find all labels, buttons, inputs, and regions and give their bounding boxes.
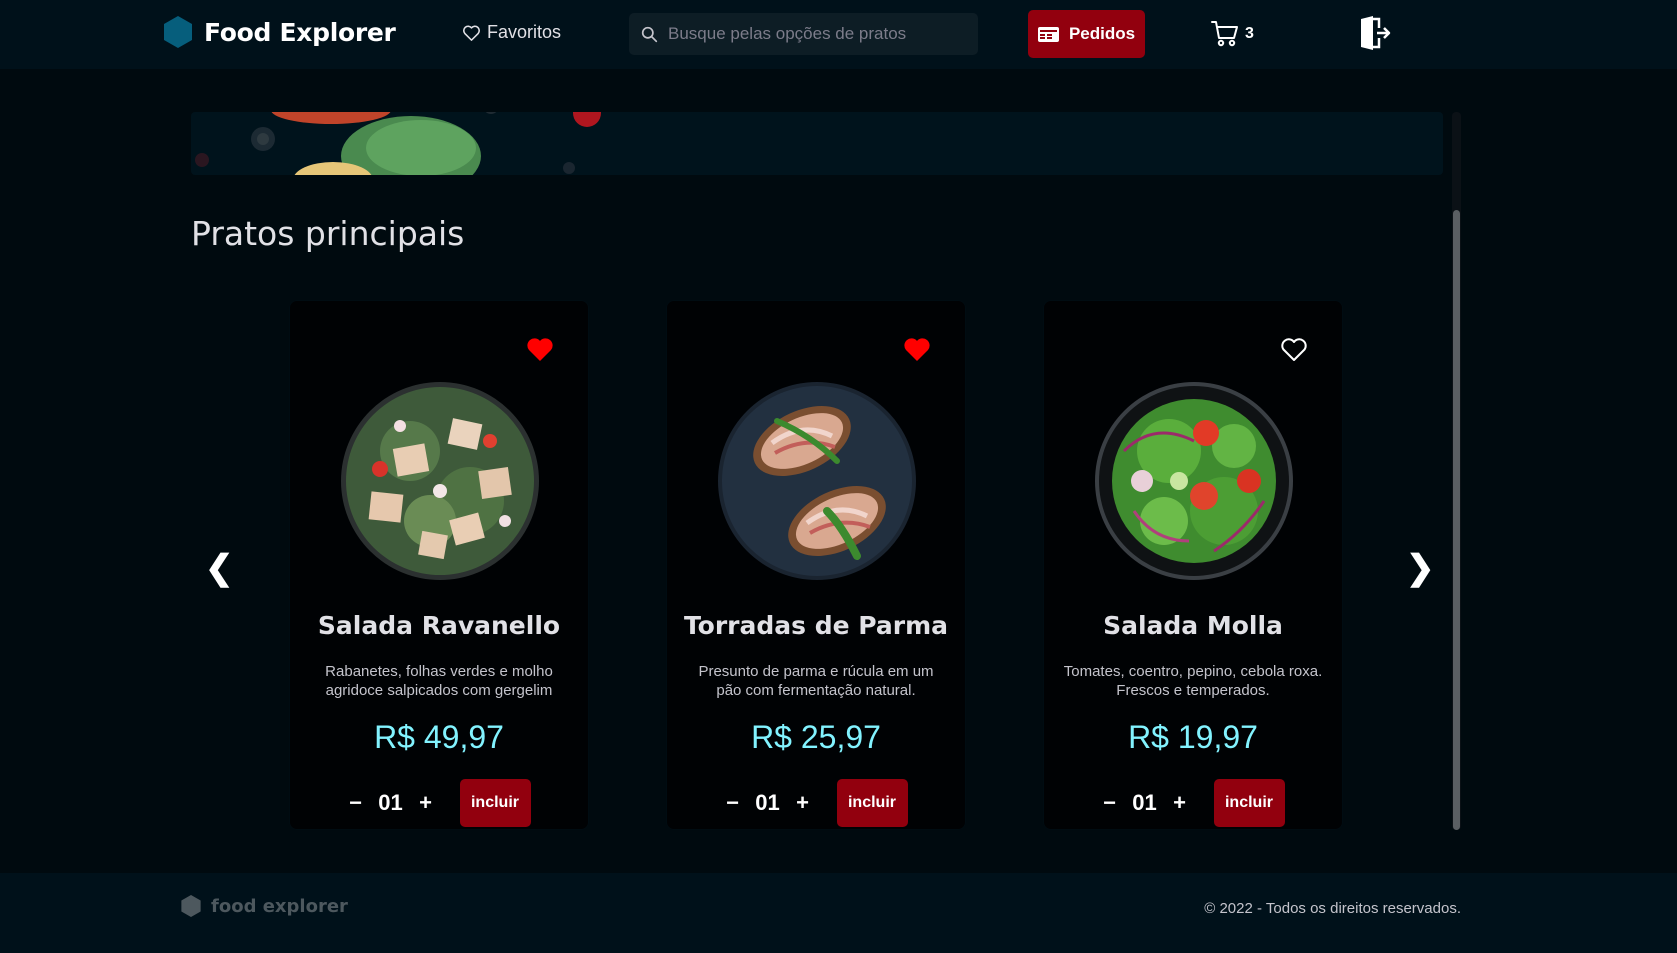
orders-label: Pedidos [1068,24,1136,43]
brand-logo[interactable]: Food Explorer [164,16,396,48]
quantity-controls: − 01 + incluir [667,779,965,827]
page-footer: food explorer © 2022 - Todos os direitos… [0,873,1677,953]
cart-icon [1211,21,1238,47]
quantity-controls: − 01 + incluir [1044,779,1342,827]
decrement-button[interactable]: − [725,790,741,816]
dish-price: R$ 49,97 [374,719,504,755]
dish-name[interactable]: Torradas de Parma [667,611,965,640]
increment-button[interactable]: + [418,790,434,816]
increment-button[interactable]: + [795,790,811,816]
hexagon-icon [164,16,192,48]
dish-description: Tomates, coentro, pepino, cebola roxa. F… [1063,663,1323,699]
carousel-prev-button[interactable]: ❮ [205,548,234,588]
dish-name[interactable]: Salada Ravanello [290,611,588,640]
dish-description: Rabanetes, folhas verdes e molho agridoc… [325,663,553,699]
quantity-value: 01 [755,790,780,815]
dish-price: R$ 19,97 [1128,719,1258,755]
favorites-label: Favoritos [487,22,562,42]
carousel-next-button[interactable]: ❯ [1406,548,1435,588]
search-input[interactable] [668,24,958,44]
orders-button[interactable]: Pedidos [1028,10,1145,58]
dish-image [341,382,539,580]
favorites-link[interactable]: Favoritos [462,22,561,43]
add-to-order-button[interactable]: incluir [459,779,531,827]
heart-filled-icon[interactable] [526,337,554,362]
receipt-icon [1037,26,1059,42]
quantity-value: 01 [378,790,403,815]
top-header: Food Explorer Favoritos Pedidos [0,0,1677,69]
search-bar[interactable] [629,13,978,55]
search-icon [641,26,658,42]
quantity-value: 01 [1132,790,1157,815]
dish-image [718,382,916,580]
decrement-button[interactable]: − [1102,790,1118,816]
dish-card[interactable]: Salada Ravanello Rabanetes, folhas verde… [289,300,589,830]
brand-name: Food Explorer [204,17,396,47]
dish-name[interactable]: Salada Molla [1044,611,1342,640]
hero-banner [191,112,1443,175]
dish-image [1095,382,1293,580]
footer-brand-name: food explorer [211,895,348,917]
heart-filled-icon[interactable] [903,337,931,362]
decrement-button[interactable]: − [348,790,364,816]
quantity-controls: − 01 + incluir [290,779,588,827]
footer-brand: food explorer [181,895,348,917]
section-title: Pratos principais [191,214,465,253]
hexagon-icon [181,895,201,917]
sign-out-icon[interactable] [1359,16,1391,50]
banner-food-image [195,112,601,175]
dish-description: Presunto de parma e rúcula em um pão com… [698,663,934,699]
cart-button[interactable]: 3 [1211,20,1254,47]
add-to-order-button[interactable]: incluir [836,779,908,827]
heart-outline-icon[interactable] [1280,337,1308,362]
heart-outline-icon [463,24,480,41]
dish-price: R$ 25,97 [751,719,881,755]
page-scrollbar-thumb[interactable] [1453,210,1460,830]
increment-button[interactable]: + [1172,790,1188,816]
cart-count: 3 [1245,24,1254,42]
dish-card[interactable]: Torradas de Parma Presunto de parma e rú… [666,300,966,830]
add-to-order-button[interactable]: incluir [1213,779,1285,827]
copyright-text: © 2022 - Todos os direitos reservados. [1204,900,1461,917]
dish-card[interactable]: Salada Molla Tomates, coentro, pepino, c… [1043,300,1343,830]
